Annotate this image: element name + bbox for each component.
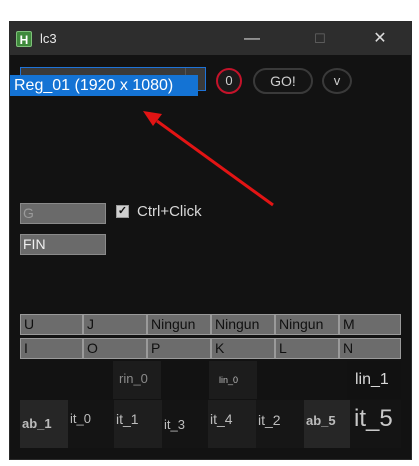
- annotation-arrow: [143, 111, 274, 207]
